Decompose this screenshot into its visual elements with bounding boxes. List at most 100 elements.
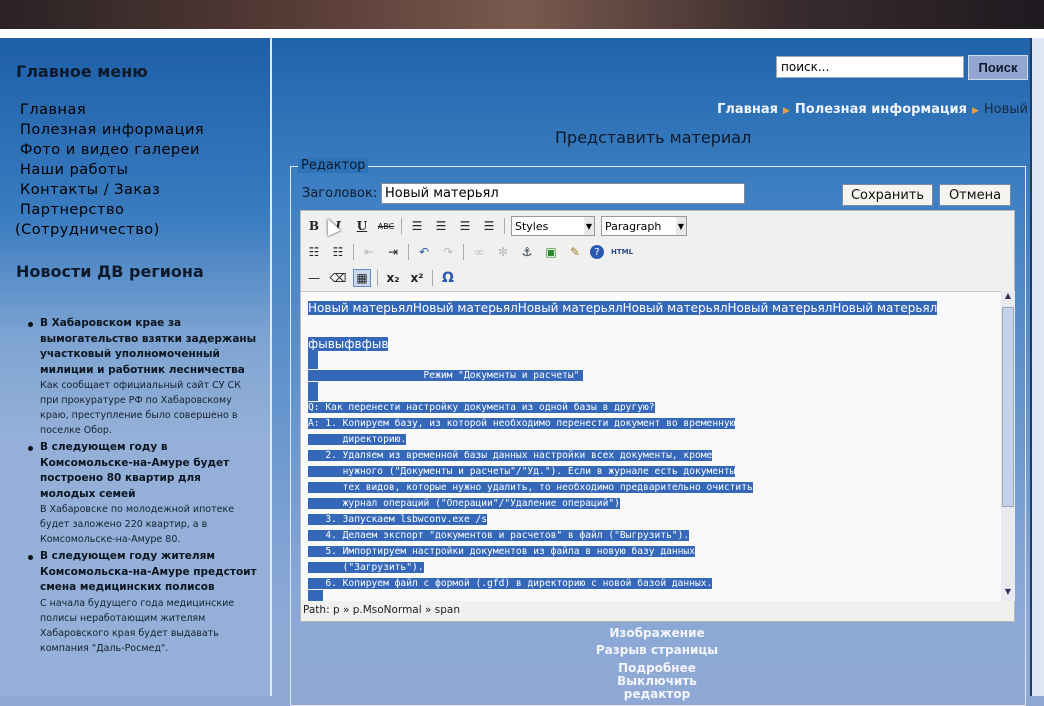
breadcrumb: Главная ▶ Полезная информация ▶ Новый [717,102,1028,117]
news-item: В следующем году в Комсомольске-на-Амуре… [28,440,260,547]
right-edge [1030,38,1044,696]
editor-legend: Редактор [298,158,369,173]
editor-links: Изображение Разрыв страницы Подробнее Вы… [582,625,732,701]
undo-icon[interactable]: ↶ [415,243,433,261]
content-line: 2. Удаляем из временной базы данных наст… [308,450,713,461]
main-menu-title: Главное меню [16,62,148,81]
indent-icon[interactable]: ⇥ [384,243,402,261]
styles-select[interactable]: Styles ▼ [511,216,595,236]
cancel-button[interactable]: Отмена [939,184,1011,206]
news-headline[interactable]: В следующем году жителям Комсомольска-на… [40,549,260,596]
subscript-icon[interactable]: x₂ [384,269,402,287]
breadcrumb-current: Новый [983,102,1028,117]
help-icon[interactable]: ? [590,245,604,259]
scroll-down-icon[interactable]: ▼ [1001,587,1015,601]
underline-icon[interactable]: U [353,217,371,235]
bold-icon[interactable]: B [305,217,323,235]
search-button[interactable]: Поиск [968,55,1028,80]
header-banner [0,0,1044,29]
content-line: фывыфвфыв [308,337,389,351]
numbered-list-icon[interactable]: ☷ [329,243,347,261]
content-line: директорию. [308,434,407,445]
content-line: Q: Как перенести настройку документа из … [308,402,655,413]
chevron-down-icon: ▼ [676,217,686,235]
horizontal-rule-icon[interactable]: — [305,269,323,287]
news-headline[interactable]: В Хабаровском крае за вымогательство взя… [40,316,260,378]
toolbar-row-1: B I U ABC ☰ ☰ ☰ ☰ Styles ▼ Paragraph ▼ [305,215,687,237]
content-line: Режим "Документы и расчеты" [308,370,584,381]
editor-scrollbar[interactable]: ▲ ▼ [1001,291,1015,601]
breadcrumb-info[interactable]: Полезная информация [795,102,967,117]
unlink-icon[interactable]: ✻ [494,243,512,261]
scrollbar-thumb[interactable] [1002,307,1014,507]
redo-icon[interactable]: ↷ [439,243,457,261]
content-line: ("Загрузить"). [308,562,424,573]
image-link[interactable]: Изображение [582,625,732,642]
content-line: тех видов, которые нужно удалить, то нео… [308,482,753,493]
align-left-icon[interactable]: ☰ [408,217,426,235]
menu-item-info[interactable]: Полезная информация [20,120,204,140]
news-desc: Как сообщает официальный сайт СУ СК при … [40,380,241,436]
news-item: В Хабаровском крае за вымогательство взя… [28,316,260,438]
eraser-icon[interactable]: ⌫ [329,269,347,287]
breadcrumb-arrow-icon: ▶ [783,106,790,116]
separator [408,244,409,260]
superscript-icon[interactable]: x² [408,269,426,287]
align-right-icon[interactable]: ☰ [456,217,474,235]
menu-item-contacts[interactable]: Контакты / Заказ [20,180,204,200]
link-icon[interactable]: ∞ [470,243,488,261]
news-desc: С начала будущего года медицинские полис… [40,597,235,654]
html-button[interactable]: HTML [610,243,634,261]
separator [463,244,464,260]
table-icon[interactable]: ▦ [353,269,371,287]
separator [432,270,433,286]
content-line: 4. Делаем экспорт "документов и расчетов… [308,530,690,541]
title-input[interactable] [381,183,745,204]
paragraph-value: Paragraph [605,219,662,233]
styles-value: Styles [515,219,549,233]
content-line: 5. Импортируем настройки документов из ф… [308,546,695,557]
toggle-editor-link[interactable]: Выключить редактор [582,675,732,701]
paragraph-select[interactable]: Paragraph ▼ [601,216,687,236]
page-break-link[interactable]: Разрыв страницы [582,642,732,659]
toolbar-row-2: ☷ ☷ ⇤ ⇥ ↶ ↷ ∞ ✻ ⚓ ▣ ✎ ? HTML [305,241,634,263]
outdent-icon[interactable]: ⇤ [360,243,378,261]
breadcrumb-home[interactable]: Главная [717,102,778,117]
header-strip [0,29,1044,38]
title-label: Заголовок: [302,186,378,201]
toolbar-row-3: — ⌫ ▦ x₂ x² Ω [305,267,457,289]
menu-item-cooperation[interactable]: (Сотрудничество) [15,220,204,240]
search-input[interactable] [776,56,964,78]
content-line: Новый матерьялНовый матерьялНовый матерь… [308,301,938,315]
separator [504,218,505,234]
content-line: журнал операций ("Операции"/"Удаление оп… [308,498,620,509]
align-justify-icon[interactable]: ☰ [480,217,498,235]
separator [377,270,378,286]
chevron-down-icon: ▼ [584,217,594,235]
strikethrough-icon[interactable]: ABC [377,217,395,235]
news-desc: В Хабаровске по молодежной ипотеке будет… [40,504,235,545]
menu-item-home[interactable]: Главная [20,100,204,120]
scroll-up-icon[interactable]: ▲ [1001,291,1015,305]
breadcrumb-arrow-icon: ▶ [971,106,979,116]
news-list: В Хабаровском крае за вымогательство взя… [28,316,260,658]
menu-item-gallery[interactable]: Фото и видео галереи [20,140,204,160]
special-char-icon[interactable]: Ω [439,269,457,287]
element-path: Path: p » p.MsoNormal » span [303,604,460,616]
cleanup-icon[interactable]: ✎ [566,243,584,261]
separator [401,218,402,234]
news-headline[interactable]: В следующем году в Комсомольске-на-Амуре… [40,440,260,502]
anchor-icon[interactable]: ⚓ [518,243,536,261]
menu-item-works[interactable]: Наши работы [20,160,204,180]
menu-item-partnership[interactable]: Партнерство [20,200,204,220]
page-title: Представить материал [555,128,752,147]
rich-text-editor: B I U ABC ☰ ☰ ☰ ☰ Styles ▼ Paragraph ▼ ☷ ☷… [300,210,1015,622]
image-icon[interactable]: ▣ [542,243,560,261]
save-button[interactable]: Сохранить [842,184,933,206]
bullet-list-icon[interactable]: ☷ [305,243,323,261]
separator [353,244,354,260]
content-line: 6. Копируем файл с формой (.gfd) в дирек… [308,578,713,589]
align-center-icon[interactable]: ☰ [432,217,450,235]
content-line: 3. Запускаем lsbwconv.exe /s [308,514,488,525]
editor-content[interactable]: Новый матерьялНовый матерьялНовый матерь… [301,291,1001,601]
